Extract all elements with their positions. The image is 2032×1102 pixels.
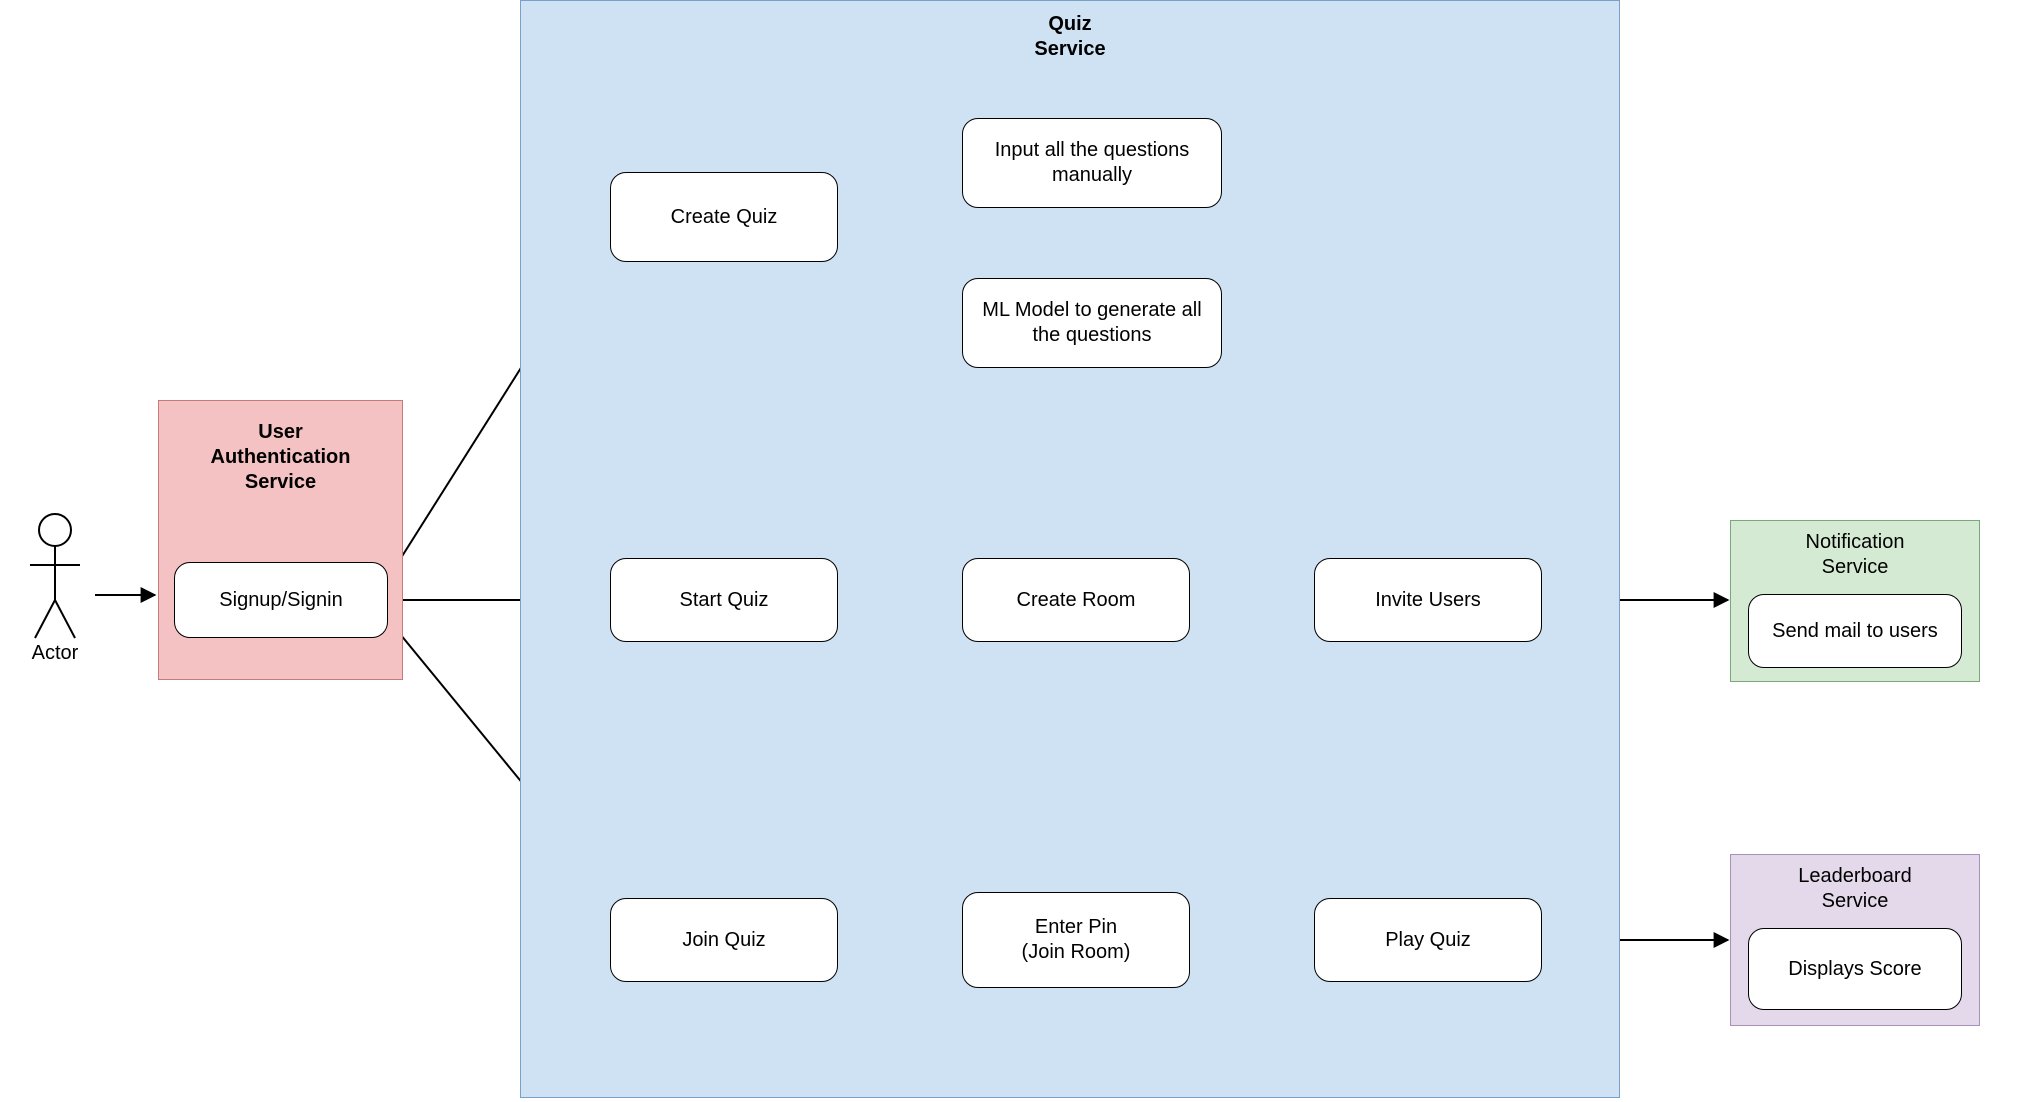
start-quiz-node: Start Quiz [610,558,838,642]
invite-users-node: Invite Users [1314,558,1542,642]
diagram-canvas: Actor User Authentication Service Signup… [0,0,2032,1102]
leaderboard-service-title: Leaderboard Service [1730,864,1980,914]
auth-service-title: User Authentication Service [168,420,393,495]
create-room-node: Create Room [962,558,1190,642]
send-mail-node: Send mail to users [1748,594,1962,668]
displays-score-node: Displays Score [1748,928,1962,1010]
join-quiz-node: Join Quiz [610,898,838,982]
enter-pin-node: Enter Pin (Join Room) [962,892,1190,988]
play-quiz-node: Play Quiz [1314,898,1542,982]
input-manual-node: Input all the questions manually [962,118,1222,208]
notification-service-title: Notification Service [1730,530,1980,580]
signup-node: Signup/Signin [174,562,388,638]
quiz-service-title: Quiz Service [520,12,1620,62]
actor-icon [30,514,80,638]
ml-model-node: ML Model to generate all the questions [962,278,1222,368]
actor-label: Actor [20,642,90,665]
create-quiz-node: Create Quiz [610,172,838,262]
